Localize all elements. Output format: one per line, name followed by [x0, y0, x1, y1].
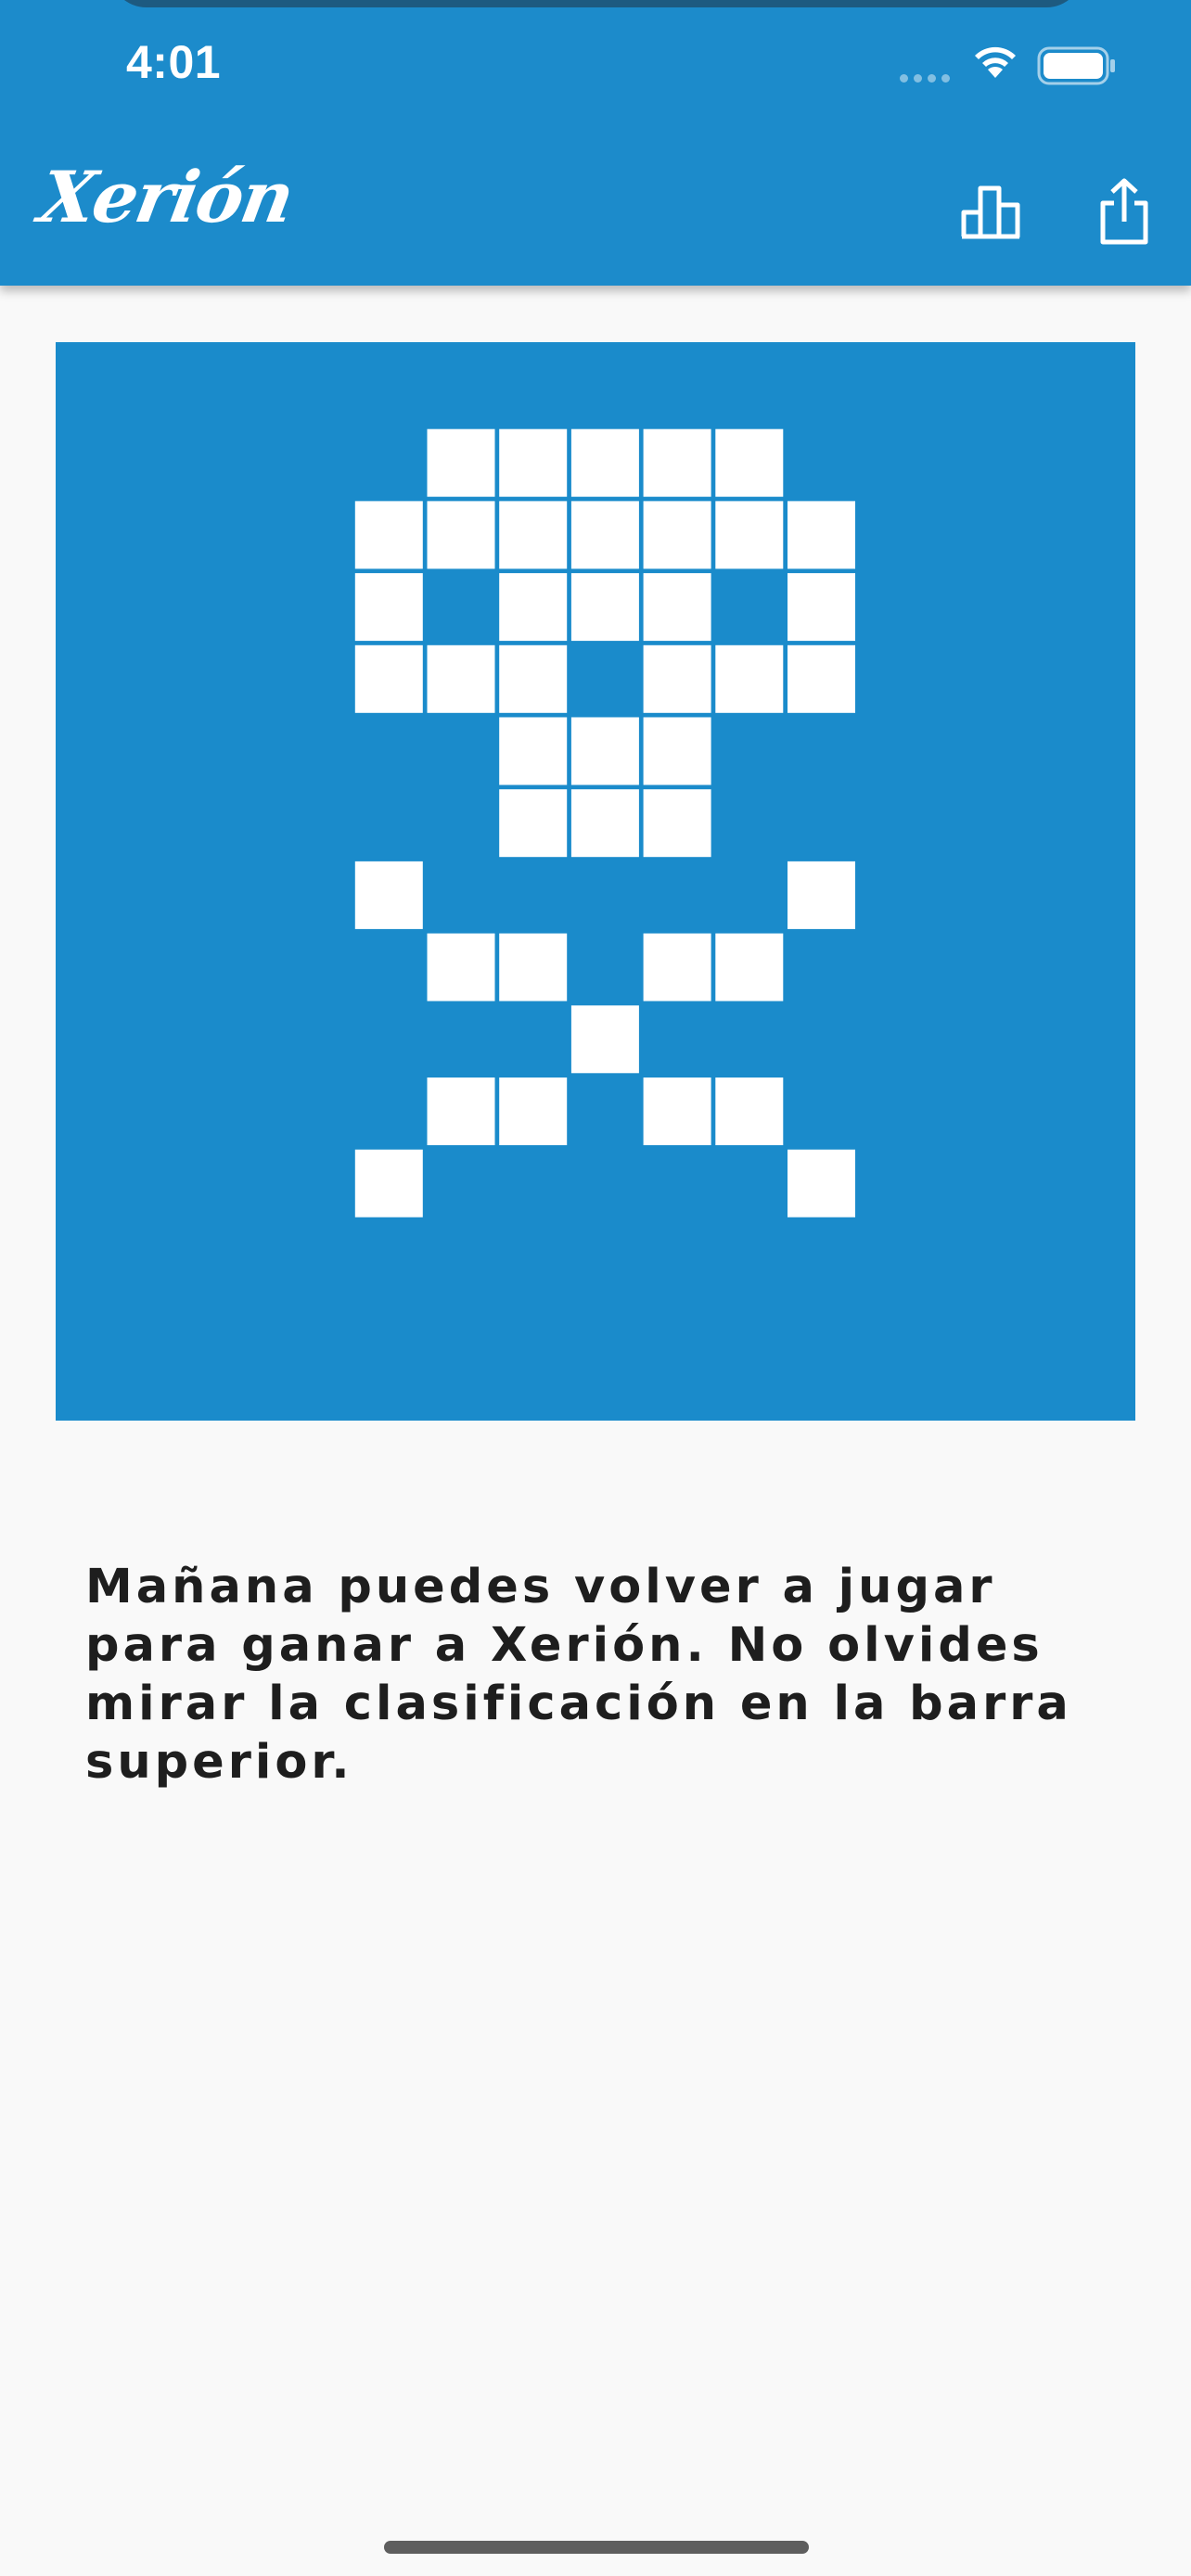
board-cell	[715, 644, 784, 713]
board-cell	[788, 501, 855, 569]
board-cell	[570, 789, 639, 858]
leaderboard-icon	[961, 185, 1020, 239]
board-cell	[499, 428, 568, 497]
board-cell	[715, 428, 784, 497]
board-cell	[643, 501, 711, 569]
board-cell	[788, 573, 855, 642]
board-cell	[570, 1005, 639, 1074]
board-cell	[427, 933, 495, 1001]
board-cell	[715, 933, 784, 1001]
board-cell	[427, 1078, 495, 1145]
board-cell	[643, 933, 711, 1001]
board-cell	[499, 717, 568, 785]
home-indicator[interactable]	[384, 2541, 809, 2554]
board-cell	[570, 717, 639, 785]
board-cell	[427, 428, 495, 497]
board-cell	[499, 1078, 568, 1145]
status-time: 4:01	[126, 36, 222, 88]
wifi-icon	[975, 46, 1016, 78]
app-header: 4:01 Xerión	[0, 0, 1191, 286]
board-cell	[499, 933, 568, 1001]
result-message: Mañana puedes volver a jugar para ganar …	[85, 1560, 1072, 1790]
board-cell	[354, 573, 423, 642]
board-cell	[499, 501, 568, 569]
share-icon	[1100, 178, 1148, 245]
board-cell	[788, 1149, 855, 1218]
board-cell	[643, 789, 711, 858]
app-logo: Xerión	[33, 156, 300, 238]
board-cell	[643, 644, 711, 713]
cellular-signal-icon	[900, 74, 950, 83]
board-cell	[788, 861, 855, 929]
board-cell	[499, 644, 568, 713]
board-cell	[643, 717, 711, 785]
board-cell	[643, 428, 711, 497]
board-cell	[354, 1149, 423, 1218]
battery-icon	[1037, 46, 1115, 85]
board-cell	[643, 1078, 711, 1145]
board-cell	[570, 428, 639, 497]
board-cell	[499, 573, 568, 642]
board-cell	[354, 861, 423, 929]
board-cell	[499, 789, 568, 858]
board-cell	[570, 501, 639, 569]
share-button[interactable]	[1087, 174, 1161, 249]
board-cell	[788, 644, 855, 713]
board-cell	[427, 501, 495, 569]
board-cell	[643, 573, 711, 642]
game-board	[56, 342, 1135, 1421]
board-cell	[715, 501, 784, 569]
skull-crossbones-pattern	[354, 428, 855, 1218]
board-cell	[354, 644, 423, 713]
board-cell	[427, 644, 495, 713]
board-cell	[354, 501, 423, 569]
board-cell	[570, 573, 639, 642]
leaderboard-button[interactable]	[954, 174, 1028, 249]
dynamic-island	[109, 0, 1083, 7]
board-cell	[715, 1078, 784, 1145]
